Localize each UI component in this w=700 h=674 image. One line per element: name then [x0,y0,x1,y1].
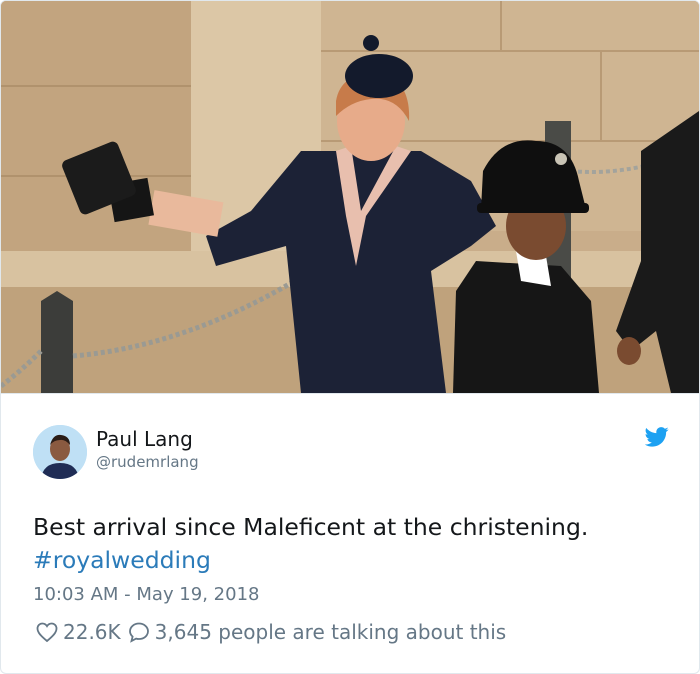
tweet-body: Best arrival since Maleficent at the chr… [33,513,589,541]
tweet-text: Best arrival since Maleficent at the chr… [33,511,679,577]
like-count[interactable]: 22.6K [63,620,121,644]
tweet-header: Paul Lang @rudemrlang [33,425,669,481]
tweet-photo[interactable] [1,1,699,393]
talking-about-text[interactable]: 3,645 people are talking about this [155,620,507,644]
royal-wedding-photo [1,1,699,393]
tweet-actions: 22.6K 3,645 people are talking about thi… [35,620,679,644]
author-name[interactable]: Paul Lang [96,427,193,451]
media-divider [1,393,699,394]
speech-bubble-icon[interactable] [127,620,151,644]
twitter-bird-icon[interactable] [644,427,669,447]
hashtag-link[interactable]: #royalwedding [33,544,211,577]
avatar[interactable] [33,425,87,479]
heart-icon[interactable] [35,620,59,644]
avatar-image [33,425,87,479]
author-handle[interactable]: @rudemrlang [96,453,199,471]
tweet-card[interactable]: Paul Lang @rudemrlang Best arrival since… [0,0,700,674]
tweet-timestamp[interactable]: 10:03 AM - May 19, 2018 [33,584,259,605]
